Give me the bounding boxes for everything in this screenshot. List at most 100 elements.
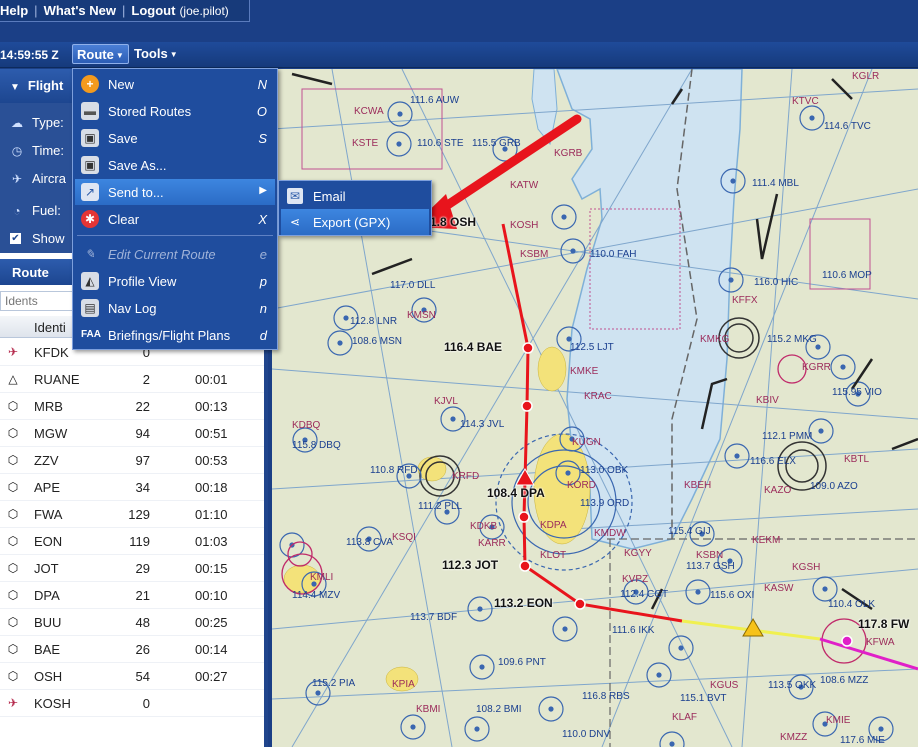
- map-navaid-label: KBEH: [684, 480, 712, 491]
- map-navaid-label: KORD: [567, 480, 596, 491]
- toolbar: 14:59:55 Z Route ▼ Tools ▼: [0, 42, 918, 68]
- clock-icon: ◷: [11, 143, 23, 158]
- route-dropdown-menu: + New N ▬ Stored Routes O ▣ Save S ▣ Save As... ↗ Se…: [72, 68, 278, 350]
- map-navaid-label: 113.8 CVA: [346, 537, 393, 548]
- map-navaid-label: KFFX: [732, 295, 758, 306]
- map-navaid-label: KMLI: [310, 572, 334, 583]
- vor-icon: ⬡: [7, 588, 19, 602]
- vor-icon: ⬡: [7, 642, 19, 656]
- menu-item-send-to[interactable]: ↗ Send to... ▶: [75, 179, 275, 205]
- map-navaid-label: KGYY: [624, 548, 652, 559]
- help-link[interactable]: Help: [0, 3, 28, 18]
- table-row[interactable]: ⬡ DPA 21 00:10: [0, 582, 264, 609]
- collapse-chevron-icon[interactable]: ▼: [10, 82, 20, 93]
- table-row[interactable]: ⬡ MRB 22 00:13: [0, 393, 264, 420]
- menu-item-save[interactable]: ▣ Save S: [75, 125, 275, 151]
- waypoint-ident: FWA: [34, 507, 63, 522]
- map-navaid-label: KGRB: [554, 148, 583, 159]
- submenu-arrow-icon: ▶: [259, 185, 267, 196]
- table-row[interactable]: ⬡ BAE 26 00:14: [0, 636, 264, 663]
- waypoint-distance: 97: [135, 453, 150, 468]
- route-waypoint-label[interactable]: 1.8 OSH: [430, 215, 476, 229]
- sectional-map[interactable]: 1.8 OSH 116.4 BAE 108.4 DPA 112.3 JOT 113.2 …: [272, 69, 918, 747]
- map-navaid-label: 108.2 BMI: [476, 704, 522, 715]
- menu-item-email[interactable]: ✉ Email: [281, 183, 429, 209]
- menu-item-clear[interactable]: ✱ Clear X: [75, 206, 275, 232]
- map-navaid-label: 110.6 STE: [417, 138, 464, 149]
- table-row[interactable]: ⬡ FWA 129 01:10: [0, 501, 264, 528]
- map-navaid-label: KMIE: [826, 715, 851, 726]
- map-navaid-label: 112.1 PMM: [762, 431, 813, 442]
- menu-item-label: Edit Current Route: [108, 247, 216, 262]
- waypoint-distance: 48: [135, 615, 150, 630]
- flight-option-time[interactable]: ◷ Time:: [10, 143, 64, 158]
- map-navaid-label: 112.4 CGT: [620, 589, 669, 600]
- route-waypoint-label[interactable]: 113.2 EON: [494, 596, 553, 610]
- checkbox-icon[interactable]: ✔: [10, 233, 21, 244]
- map-canvas[interactable]: [272, 69, 918, 747]
- table-row[interactable]: △ RUANE 2 00:01: [0, 366, 264, 393]
- menu-item-profile-view[interactable]: ◭ Profile View p: [75, 268, 275, 294]
- map-navaid-label: 117.0 DLL: [390, 280, 436, 291]
- route-waypoint-label[interactable]: 117.8 FW: [858, 617, 909, 631]
- flight-option-fuel[interactable]: ◔ Fuel:: [10, 203, 61, 218]
- flight-option-show[interactable]: ✔ Show: [10, 231, 65, 246]
- waypoint-ident: KOSH: [34, 696, 71, 711]
- table-row[interactable]: ⬡ JOT 29 00:15: [0, 555, 264, 582]
- flight-option-label: Show: [32, 231, 65, 246]
- map-navaid-label: KBMI: [416, 704, 441, 715]
- map-navaid-label: KMDW: [594, 528, 626, 539]
- map-navaid-label: KLOT: [540, 550, 567, 561]
- waypoint-ident: KFDK: [34, 345, 69, 360]
- navlog-icon: ▤: [81, 299, 99, 317]
- vor-icon: ⬡: [7, 669, 19, 683]
- map-navaid-label: 116.8 RBS: [582, 691, 630, 702]
- menu-item-save-as[interactable]: ▣ Save As...: [75, 152, 275, 178]
- table-row[interactable]: ⬡ MGW 94 00:51: [0, 420, 264, 447]
- waypoint-ident: RUANE: [34, 372, 80, 387]
- waypoint-distance: 129: [128, 507, 150, 522]
- menu-item-stored-routes[interactable]: ▬ Stored Routes O: [75, 98, 275, 124]
- logout-link[interactable]: Logout: [131, 3, 175, 18]
- route-waypoint-label[interactable]: 112.3 JOT: [442, 558, 498, 572]
- menu-item-label: Save As...: [108, 158, 167, 173]
- route-menu-button[interactable]: Route ▼: [72, 44, 129, 64]
- menu-item-nav-log[interactable]: ▤ Nav Log n: [75, 295, 275, 321]
- map-navaid-label: 108.6 MSN: [352, 336, 403, 347]
- waypoint-time: 00:51: [195, 426, 228, 441]
- flight-option-aircraft[interactable]: ✈ Aircra: [10, 171, 66, 186]
- column-ident[interactable]: Identi: [34, 320, 66, 335]
- waypoint-ident: MGW: [34, 426, 68, 441]
- whats-new-link[interactable]: What's New: [44, 3, 116, 18]
- menu-item-edit-current-route[interactable]: ✎ Edit Current Route e: [75, 241, 275, 267]
- menu-item-export-gpx[interactable]: ⋖ Export (GPX): [281, 209, 429, 235]
- tools-menu-button[interactable]: Tools ▼: [130, 44, 182, 64]
- route-waypoint-label[interactable]: 108.4 DPA: [487, 486, 545, 500]
- map-navaid-label: KRAC: [584, 391, 612, 402]
- flight-header-label: Flight: [27, 78, 64, 93]
- waypoint-ident: ZZV: [34, 453, 59, 468]
- menu-item-label: Stored Routes: [108, 104, 192, 119]
- flight-option-label: Aircra: [32, 171, 66, 186]
- menu-item-new[interactable]: + New N: [75, 71, 275, 97]
- map-navaid-label: KCWA: [354, 106, 384, 117]
- route-waypoint-label[interactable]: 116.4 BAE: [444, 340, 502, 354]
- floppy-icon: ▣: [81, 156, 99, 174]
- flight-option-type[interactable]: ☁ Type:: [10, 115, 64, 130]
- waypoint-time: 01:10: [195, 507, 228, 522]
- table-row[interactable]: ⬡ OSH 54 00:27: [0, 663, 264, 690]
- table-row[interactable]: ✈ KOSH 0: [0, 690, 264, 717]
- menu-item-shortcut: d: [259, 328, 267, 343]
- table-row[interactable]: ⬡ EON 119 01:03: [0, 528, 264, 555]
- table-row[interactable]: ⬡ BUU 48 00:25: [0, 609, 264, 636]
- map-navaid-label: KBTL: [844, 454, 870, 465]
- waypoint-distance: 94: [135, 426, 150, 441]
- vor-icon: ⬡: [7, 453, 19, 467]
- table-row[interactable]: ⬡ APE 34 00:18: [0, 474, 264, 501]
- nav-separator: |: [122, 3, 126, 18]
- map-navaid-label: KMZZ: [780, 732, 808, 743]
- map-navaid-label: 112.5 LJT: [570, 342, 614, 353]
- table-row[interactable]: ⬡ ZZV 97 00:53: [0, 447, 264, 474]
- map-navaid-label: 110.0 FAH: [590, 249, 637, 260]
- menu-item-briefings-flight-plans[interactable]: FAA Briefings/Flight Plans d: [75, 322, 275, 348]
